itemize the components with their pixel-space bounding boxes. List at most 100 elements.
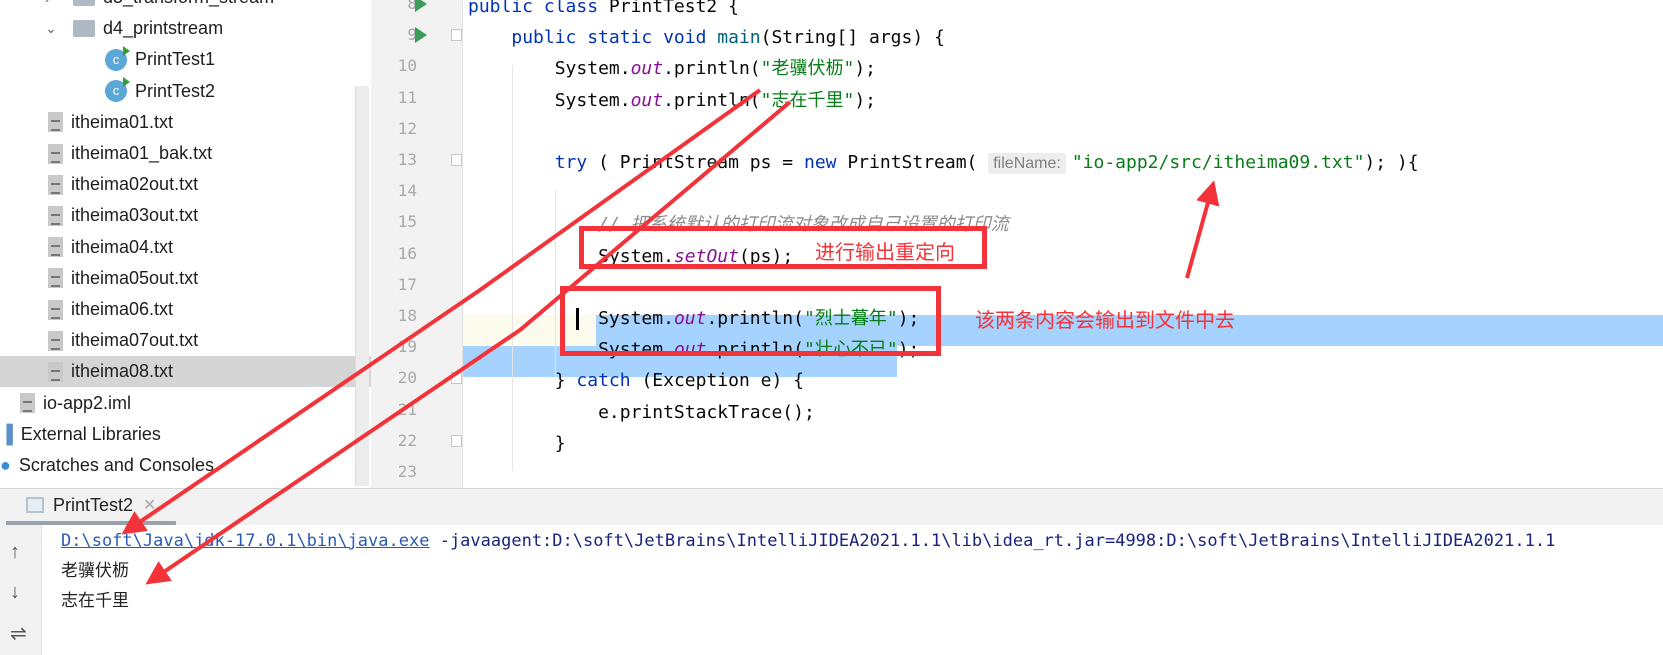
console-command-line: D:\soft\Java\jdk-17.0.1\bin\java.exe -ja…	[61, 526, 1555, 556]
annotation-to-file: 该两条内容会输出到文件中去	[975, 310, 1235, 332]
indent-guide	[511, 65, 513, 471]
tree-item[interactable]: itheima07out.txt	[0, 325, 371, 356]
code-token: try	[554, 152, 588, 173]
line-number: 12	[397, 118, 417, 138]
console-tab-bar: PrintTest2 ✕	[0, 489, 1663, 525]
code-token: main	[717, 27, 761, 49]
tree-item-label: itheima01_bak.txt	[71, 143, 213, 163]
tree-item[interactable]: itheima01_bak.txt	[0, 138, 371, 169]
line-number: 18	[397, 306, 417, 325]
tree-item-label: itheima04.txt	[71, 236, 174, 257]
code-token: new	[803, 152, 848, 173]
code-line: e.printStackTrace();	[598, 397, 815, 428]
tree-item-label: itheima02out.txt	[71, 174, 199, 195]
code-token: public	[511, 27, 588, 49]
code-token: static	[587, 27, 664, 49]
tree-item[interactable]: itheima06.txt	[0, 294, 371, 325]
annotation-redirect: 进行输出重定向	[815, 242, 955, 264]
text-file-icon	[48, 143, 63, 164]
run-icon[interactable]	[415, 0, 427, 12]
console-toolbar: ↑ ↓ ⇌	[0, 525, 42, 655]
line-number: 10	[397, 56, 417, 76]
tree-item-label: PrintTest1	[135, 49, 216, 70]
code-token: ); ){	[1364, 152, 1419, 173]
code-line: public static void main(String[] args) {	[511, 22, 945, 53]
tree-item-label: PrintTest2	[135, 80, 216, 101]
fold-icon[interactable]	[451, 434, 462, 447]
run-console: PrintTest2 ✕ ↑ ↓ ⇌ D:\soft\Java\jdk-17.0…	[0, 488, 1663, 655]
annotation-box-println	[560, 286, 941, 356]
line-number: 23	[397, 462, 417, 481]
line-number: 14	[397, 181, 417, 201]
line-number: 21	[397, 399, 417, 419]
tab-printtest2[interactable]: PrintTest2 ✕	[6, 489, 176, 525]
code-token: out	[630, 89, 664, 111]
tree-item[interactable]: ⌄ d4_printstream	[0, 13, 371, 44]
tree-item[interactable]: itheima04.txt	[0, 232, 371, 263]
arrow-down-icon[interactable]: ↓	[10, 581, 20, 604]
close-icon[interactable]: ✕	[143, 495, 156, 515]
code-token: out	[630, 58, 664, 80]
code-token: "老骥伏枥"	[760, 58, 855, 80]
line-number: 9	[407, 25, 417, 45]
tree-item[interactable]: itheima08.txt	[0, 356, 371, 388]
code-token: void	[663, 27, 718, 49]
tree-item[interactable]: ● Scratches and Consoles	[0, 450, 371, 481]
code-line: System.out.println("志在千里");	[555, 85, 876, 116]
code-token: "io-app2/src/itheima09.txt"	[1071, 152, 1365, 173]
text-file-icon	[48, 174, 63, 195]
code-token: e.printStackTrace();	[598, 401, 815, 423]
code-token: );	[854, 89, 877, 111]
code-token: PrintTest2 {	[608, 0, 739, 17]
tree-item[interactable]: itheima05out.txt	[0, 263, 371, 294]
tree-item[interactable]: c PrintTest2	[0, 76, 371, 107]
code-token: catch	[576, 370, 642, 392]
tree-item[interactable]: io-app2.iml	[0, 388, 371, 419]
tree-item[interactable]: ▐ External Libraries	[0, 419, 371, 450]
code-token: (Exception e) {	[641, 370, 804, 392]
line-number: 13	[397, 150, 417, 169]
libraries-icon: ▐	[0, 423, 13, 444]
run-icon[interactable]	[415, 27, 427, 44]
java-exe-link[interactable]: D:\soft\Java\jdk-17.0.1\bin\java.exe	[61, 531, 429, 551]
code-token: ( PrintStream ps =	[587, 152, 804, 173]
chevron-icon[interactable]: ⌄	[45, 20, 63, 37]
line-number: 11	[397, 87, 417, 107]
fold-icon[interactable]	[451, 29, 462, 42]
tree-item-label: itheima05out.txt	[71, 267, 199, 288]
editor-gutter: 89101112131415161718192021222324	[371, 0, 463, 512]
line-number: 15	[397, 212, 417, 232]
tree-item[interactable]: itheima02out.txt	[0, 169, 371, 200]
fold-icon[interactable]	[451, 154, 462, 166]
tree-item[interactable]: itheima03out.txt	[0, 200, 371, 231]
parameter-hint: fileName:	[988, 153, 1066, 174]
code-token: .println(	[663, 58, 761, 80]
tree-item[interactable]: c PrintTest1	[0, 44, 371, 75]
java-class-icon: c	[105, 77, 130, 103]
code-token: }	[554, 370, 577, 392]
tree-item-label: itheima08.txt	[71, 361, 174, 382]
tree-item-label: External Libraries	[20, 423, 161, 444]
scratches-icon: ●	[0, 455, 11, 475]
code-token: }	[554, 432, 566, 454]
line-number: 19	[397, 337, 417, 357]
sidebar-scrollbar[interactable]	[355, 86, 369, 486]
text-file-icon	[48, 299, 63, 320]
fold-icon[interactable]	[451, 372, 462, 385]
code-token: "志在千里"	[760, 89, 855, 111]
code-line: System.out.println("老骥伏枥");	[555, 53, 876, 84]
tree-item-label: io-app2.iml	[43, 392, 132, 413]
arrow-up-icon[interactable]: ↑	[10, 541, 20, 564]
tree-item[interactable]: itheima01.txt	[0, 107, 371, 138]
text-file-icon	[48, 268, 63, 289]
soft-wrap-icon[interactable]: ⇌	[10, 621, 27, 646]
code-line: }	[555, 428, 566, 459]
tree-item-label: itheima03out.txt	[71, 205, 199, 226]
chevron-icon[interactable]: ›	[45, 0, 63, 6]
tree-item[interactable]: › d5_transform_stream	[0, 0, 371, 13]
project-tree: ›d5_transform_stream⌄d4_printstreamcPrin…	[0, 0, 371, 488]
tree-item-label: d4_printstream	[103, 18, 224, 39]
text-file-icon	[20, 393, 35, 414]
line-number: 17	[397, 274, 417, 294]
tree-item-label: itheima01.txt	[71, 111, 174, 132]
